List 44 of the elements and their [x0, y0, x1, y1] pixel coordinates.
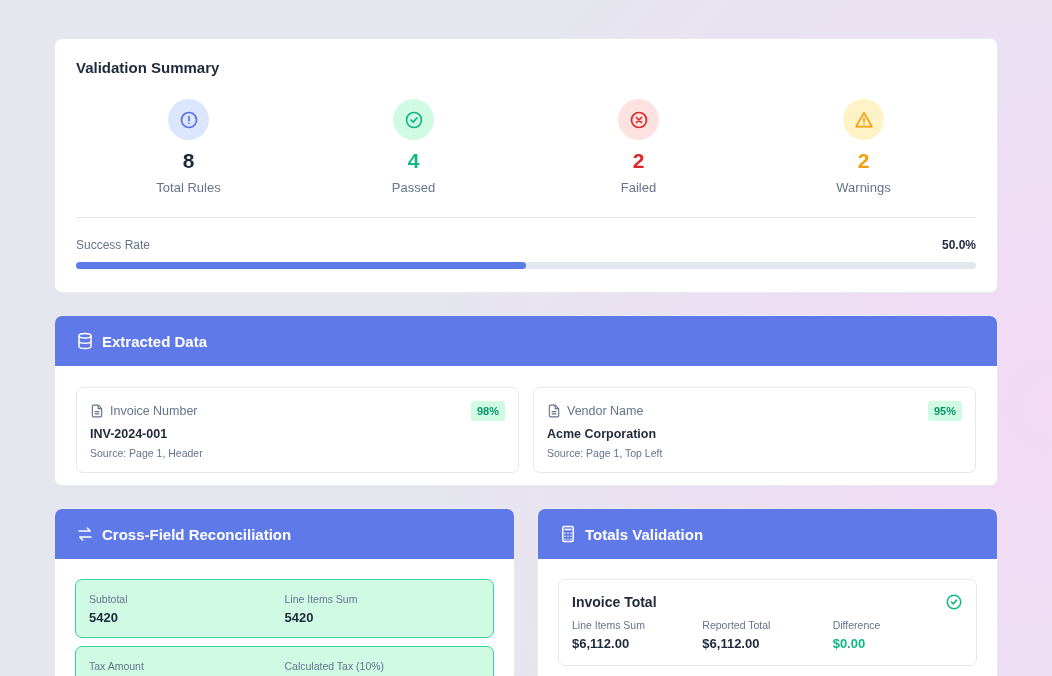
stat-value: 2 [632, 149, 645, 173]
swap-arrows-icon [76, 525, 94, 543]
stat-value: 4 [407, 149, 420, 173]
stat-value: 2 [857, 149, 870, 173]
field-label: Invoice Number [110, 404, 199, 418]
amount-label: Difference [832, 619, 882, 631]
x-circle-icon [618, 99, 659, 140]
card-title: Validation Summary [76, 59, 221, 76]
amount-value: $6,112.00 [702, 636, 761, 651]
stat-label: Total Rules [156, 180, 221, 195]
database-icon [76, 332, 94, 350]
field-source: Source: Page 1, Top Left [547, 447, 664, 459]
stat-label: Failed [620, 180, 657, 195]
field-value: INV-2024-001 [90, 427, 169, 441]
stat-label: Warnings [836, 180, 891, 195]
document-icon [90, 404, 104, 418]
info-icon [168, 99, 209, 140]
calculator-icon [559, 525, 577, 543]
amount-value: $0.00 [832, 636, 867, 651]
progress-reading: 50.0% [941, 238, 976, 252]
stat-label: Passed [391, 180, 436, 195]
row-value: 5420 [284, 610, 315, 625]
confidence-badge: 95% [927, 401, 962, 421]
check-title: Invoice Total [572, 594, 657, 610]
row-label: Line Items Sum [284, 593, 359, 605]
row-value: 5420 [89, 610, 119, 625]
panel-title: Cross-Field Reconciliation [102, 525, 292, 543]
field-source: Source: Page 1, Header [90, 447, 204, 459]
confidence-badge: 98% [470, 401, 505, 421]
document-icon [547, 404, 561, 418]
field-value: Acme Corporation [547, 427, 658, 441]
field-label: Vendor Name [567, 404, 645, 418]
row-label: Subtotal [89, 593, 129, 605]
row-label: Calculated Tax (10%) [284, 660, 386, 672]
amount-value: $6,112.00 [572, 636, 631, 651]
row-label: Tax Amount [89, 660, 145, 672]
progress-label: Success Rate [76, 238, 151, 252]
stat-value: 8 [182, 149, 195, 173]
check-circle-icon [393, 99, 434, 140]
amount-label: Line Items Sum [572, 619, 646, 631]
panel-title: Extracted Data [102, 332, 208, 350]
warning-icon [843, 99, 884, 140]
panel-title: Totals Validation [585, 525, 704, 543]
amount-label: Reported Total [702, 619, 772, 631]
